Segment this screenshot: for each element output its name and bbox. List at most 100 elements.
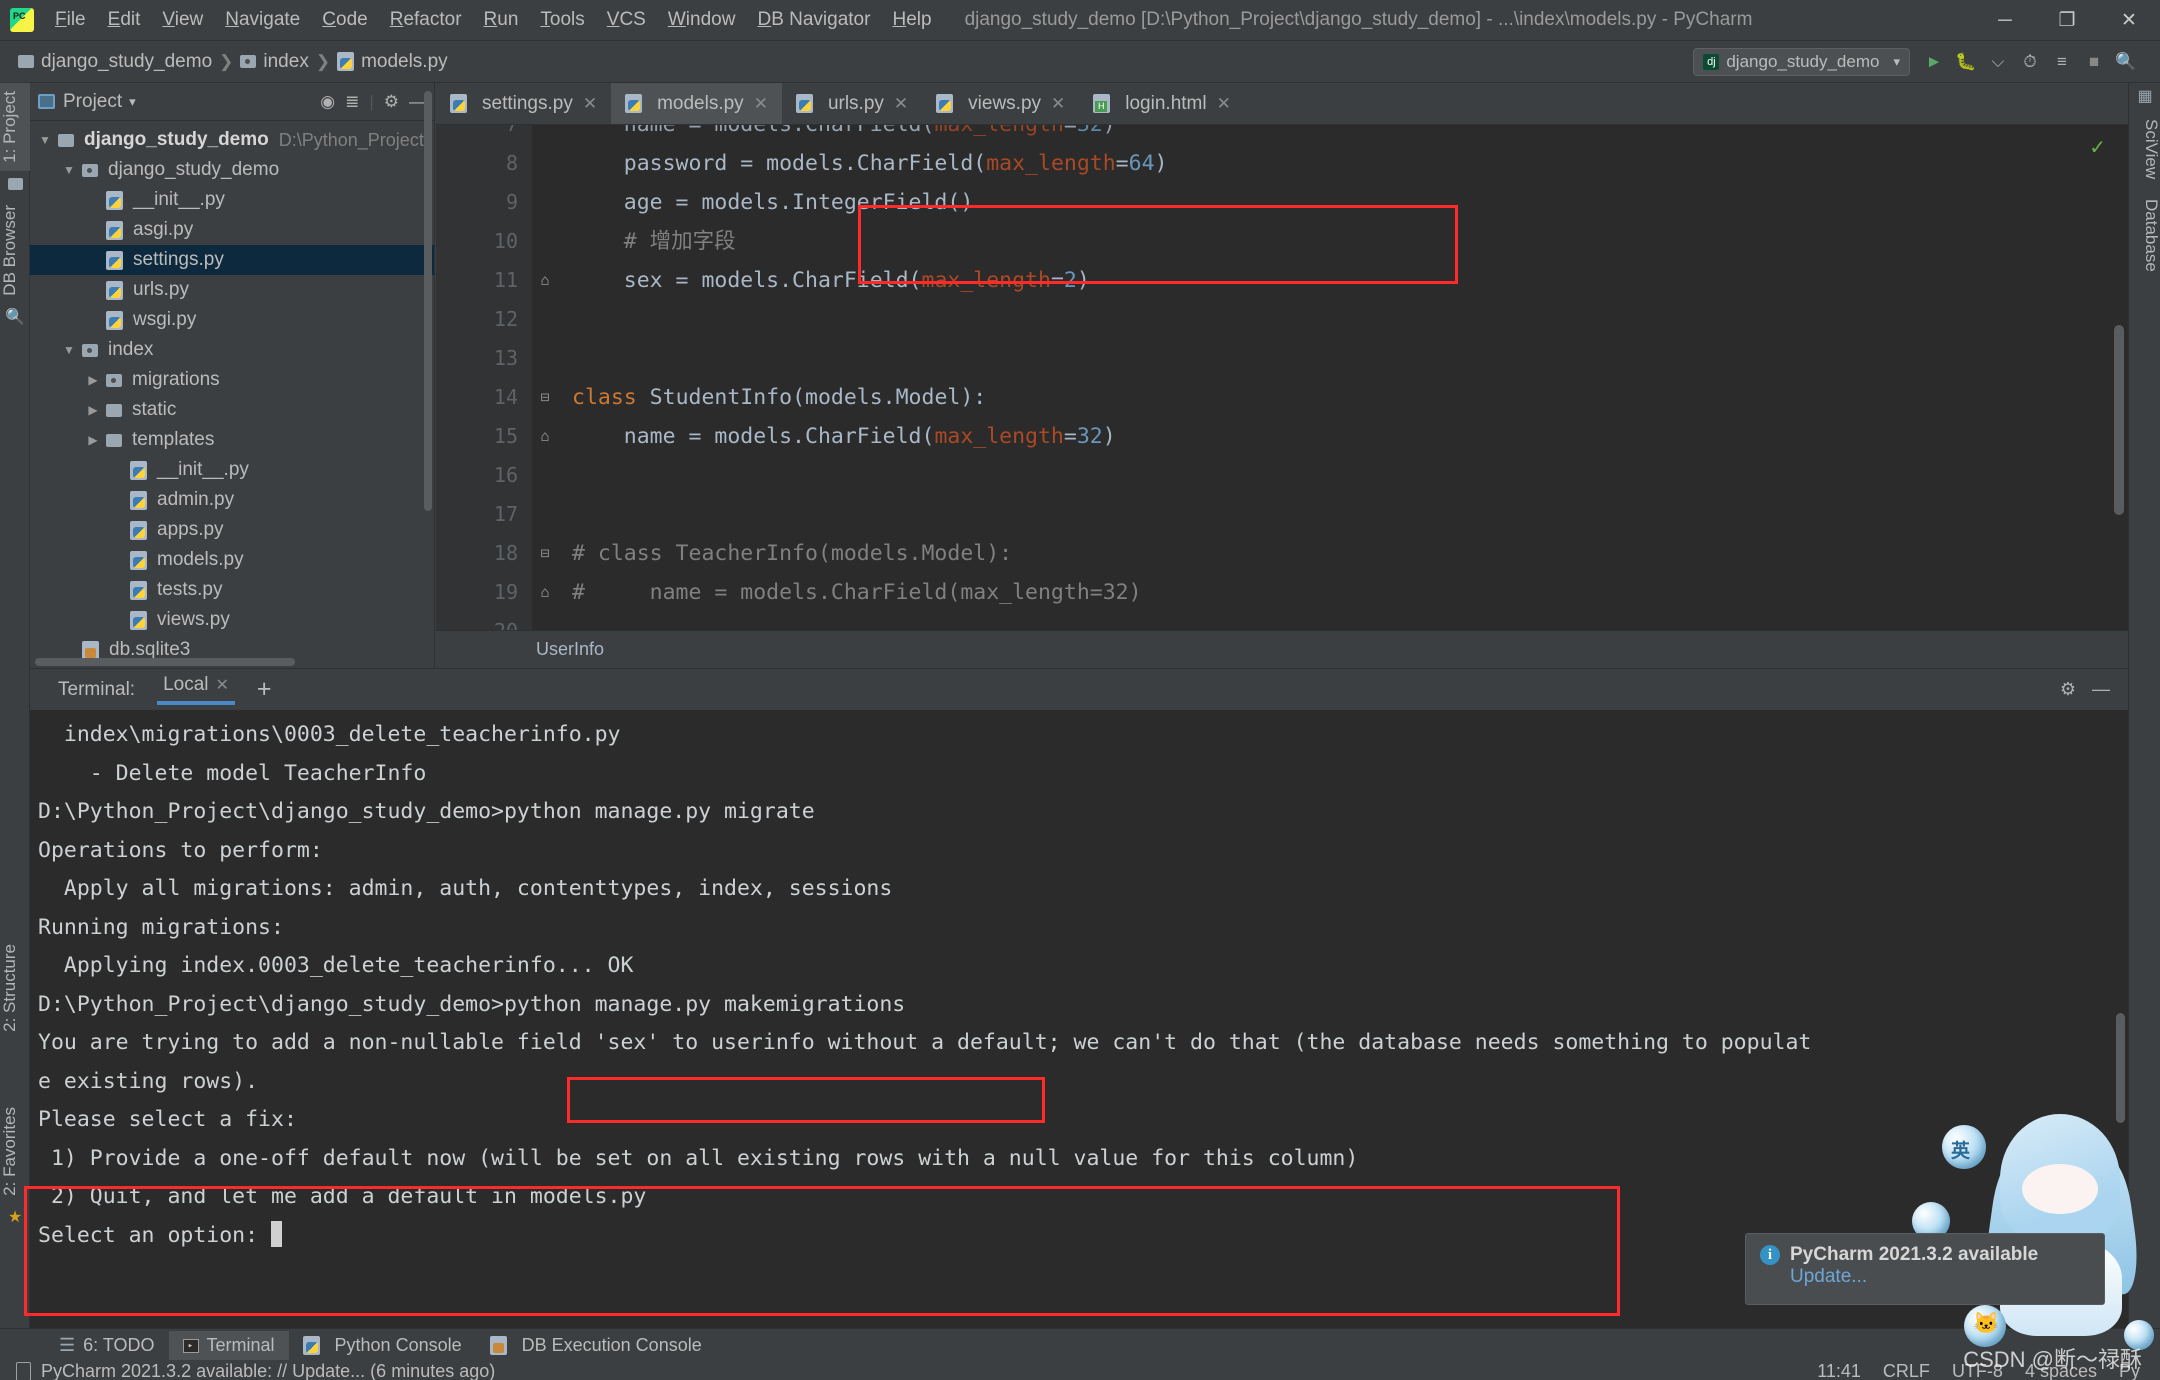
tree-node[interactable]: asgi.py: [30, 215, 434, 245]
code-line[interactable]: 16: [436, 456, 2128, 495]
search-icon[interactable]: 🔍: [2112, 48, 2140, 76]
code-line[interactable]: 10 # 增加字段: [436, 222, 2128, 261]
code-line[interactable]: 17: [436, 495, 2128, 534]
code-line[interactable]: 19# name = models.CharField(max_length=3…: [436, 573, 2128, 612]
tree-node[interactable]: __init__.py: [30, 455, 434, 485]
code-fold-marker[interactable]: ⊟: [536, 534, 554, 573]
code-line[interactable]: 14class StudentInfo(models.Model):⊟: [436, 378, 2128, 417]
tree-node[interactable]: apps.py: [30, 515, 434, 545]
menu-item-navigate[interactable]: Navigate: [214, 5, 311, 35]
chevron-right-icon[interactable]: ▶: [84, 373, 102, 387]
hide-panel-icon[interactable]: —: [2092, 679, 2110, 700]
tree-node[interactable]: settings.py: [30, 245, 434, 275]
menu-item-help[interactable]: Help: [881, 5, 942, 35]
bottom-tab-python-console[interactable]: Python Console: [289, 1331, 476, 1360]
code-fold-marker[interactable]: ⌂: [536, 261, 554, 300]
close-icon[interactable]: ✕: [583, 94, 597, 114]
collapse-all-icon[interactable]: ≣: [345, 92, 359, 112]
maximize-button[interactable]: ❐: [2036, 0, 2098, 41]
code-fold-marker[interactable]: ⌂: [536, 417, 554, 456]
code-line[interactable]: 15 name = models.CharField(max_length=32…: [436, 417, 2128, 456]
chevron-down-icon[interactable]: ▾: [129, 94, 136, 110]
tree-node[interactable]: ▶static: [30, 395, 434, 425]
tree-node[interactable]: ▼index: [30, 335, 434, 365]
tree-node[interactable]: wsgi.py: [30, 305, 434, 335]
coverage-icon[interactable]: ⌵: [1984, 48, 2012, 76]
close-icon[interactable]: ✕: [894, 94, 908, 114]
menu-item-refactor[interactable]: Refactor: [379, 5, 473, 35]
code-fold-marker[interactable]: ⌂: [536, 573, 554, 612]
debug-icon[interactable]: 🐛: [1952, 48, 1980, 76]
chevron-down-icon[interactable]: ▼: [36, 133, 54, 147]
code-line[interactable]: 7 name = models.CharField(max_length=32): [436, 125, 2128, 144]
code-lines[interactable]: 7 name = models.CharField(max_length=32)…: [436, 125, 2128, 668]
close-icon[interactable]: ✕: [754, 94, 768, 114]
add-terminal-tab-button[interactable]: +: [257, 675, 272, 704]
menu-item-code[interactable]: Code: [311, 5, 378, 35]
tree-node[interactable]: admin.py: [30, 485, 434, 515]
sidebar-item-favorites[interactable]: 2: Favorites: [0, 1099, 30, 1204]
editor-tab-urls-py[interactable]: urls.py✕: [782, 83, 922, 124]
editor-breadcrumb-class[interactable]: UserInfo: [536, 639, 604, 660]
stop-icon[interactable]: ■: [2080, 48, 2108, 76]
breadcrumb-item-file[interactable]: models.py: [361, 51, 448, 73]
notification-bell-icon[interactable]: [16, 1362, 31, 1380]
project-vertical-scrollbar[interactable]: [424, 91, 432, 511]
editor-tab-views-py[interactable]: views.py✕: [922, 83, 1079, 124]
menu-item-edit[interactable]: Edit: [97, 5, 152, 35]
notification-update-link[interactable]: Update...: [1790, 1266, 2090, 1288]
menu-item-vcs[interactable]: VCS: [596, 5, 657, 35]
chevron-right-icon[interactable]: ▶: [84, 433, 102, 447]
terminal-vertical-scrollbar[interactable]: [2116, 1013, 2125, 1123]
settings-gear-icon[interactable]: ⚙: [384, 92, 399, 112]
menu-item-view[interactable]: View: [151, 5, 214, 35]
minimize-button[interactable]: ─: [1974, 0, 2036, 41]
locate-icon[interactable]: ◉: [320, 92, 335, 112]
editor-tab-models-py[interactable]: models.py✕: [611, 83, 782, 124]
code-line[interactable]: 8 password = models.CharField(max_length…: [436, 144, 2128, 183]
sidebar-item-structure[interactable]: 2: Structure: [0, 936, 30, 1040]
project-file-tree[interactable]: ▼django_study_demoD:\Python_Project▼djan…: [30, 121, 434, 666]
close-icon[interactable]: ✕: [1217, 94, 1231, 114]
tree-node[interactable]: ▼django_study_demoD:\Python_Project: [30, 125, 434, 155]
sidebar-item-project[interactable]: 1: Project: [0, 83, 30, 171]
status-line-ending[interactable]: CRLF: [1883, 1361, 1930, 1380]
bottom-tab-terminal[interactable]: ▸Terminal: [169, 1331, 289, 1360]
terminal-tab-local[interactable]: Local ✕: [157, 674, 235, 705]
tree-node[interactable]: views.py: [30, 605, 434, 635]
project-horizontal-scrollbar[interactable]: [35, 658, 295, 666]
code-line[interactable]: 18# class TeacherInfo(models.Model):⊟: [436, 534, 2128, 573]
tree-node[interactable]: ▼django_study_demo: [30, 155, 434, 185]
settings-gear-icon[interactable]: ⚙: [2060, 679, 2076, 700]
editor-tab-settings-py[interactable]: settings.py✕: [436, 83, 611, 124]
chevron-down-icon[interactable]: ▼: [60, 343, 78, 357]
editor-tab-login-html[interactable]: login.html✕: [1079, 83, 1245, 124]
sidebar-item-database[interactable]: Database: [2129, 189, 2160, 282]
menu-item-window[interactable]: Window: [657, 5, 747, 35]
tree-node[interactable]: __init__.py: [30, 185, 434, 215]
run-with-console-icon[interactable]: ≡: [2048, 48, 2076, 76]
tree-node[interactable]: urls.py: [30, 275, 434, 305]
code-line[interactable]: 9 age = models.IntegerField(): [436, 183, 2128, 222]
tree-node[interactable]: ▶templates: [30, 425, 434, 455]
sidebar-item-db-browser[interactable]: DB Browser: [0, 197, 30, 304]
menu-item-file[interactable]: File: [44, 5, 97, 35]
code-line[interactable]: 12: [436, 300, 2128, 339]
bottom-tab-db-execution-console[interactable]: DB Execution Console: [476, 1331, 716, 1360]
run-configuration-selector[interactable]: dj django_study_demo ▾: [1693, 48, 1910, 76]
menu-item-db-navigator[interactable]: DB Navigator: [746, 5, 881, 35]
menu-item-tools[interactable]: Tools: [529, 5, 595, 35]
code-line[interactable]: 11 sex = models.CharField(max_length=2)⌂: [436, 261, 2128, 300]
notification-popup[interactable]: i PyCharm 2021.3.2 available Update...: [1745, 1233, 2105, 1305]
sidebar-item-sciview[interactable]: SciView: [2129, 109, 2160, 189]
breadcrumb-item-project[interactable]: django_study_demo: [41, 51, 212, 73]
close-icon[interactable]: ✕: [1051, 94, 1065, 114]
tree-node[interactable]: ▶migrations: [30, 365, 434, 395]
editor-vertical-scrollbar[interactable]: [2114, 325, 2124, 515]
run-icon[interactable]: ►: [1920, 48, 1948, 76]
status-message[interactable]: PyCharm 2021.3.2 available: // Update...…: [41, 1361, 495, 1380]
breadcrumb-item-index[interactable]: index: [263, 51, 308, 73]
close-icon[interactable]: ✕: [216, 675, 229, 695]
close-button[interactable]: ✕: [2098, 0, 2160, 41]
chevron-down-icon[interactable]: ▼: [60, 163, 78, 177]
